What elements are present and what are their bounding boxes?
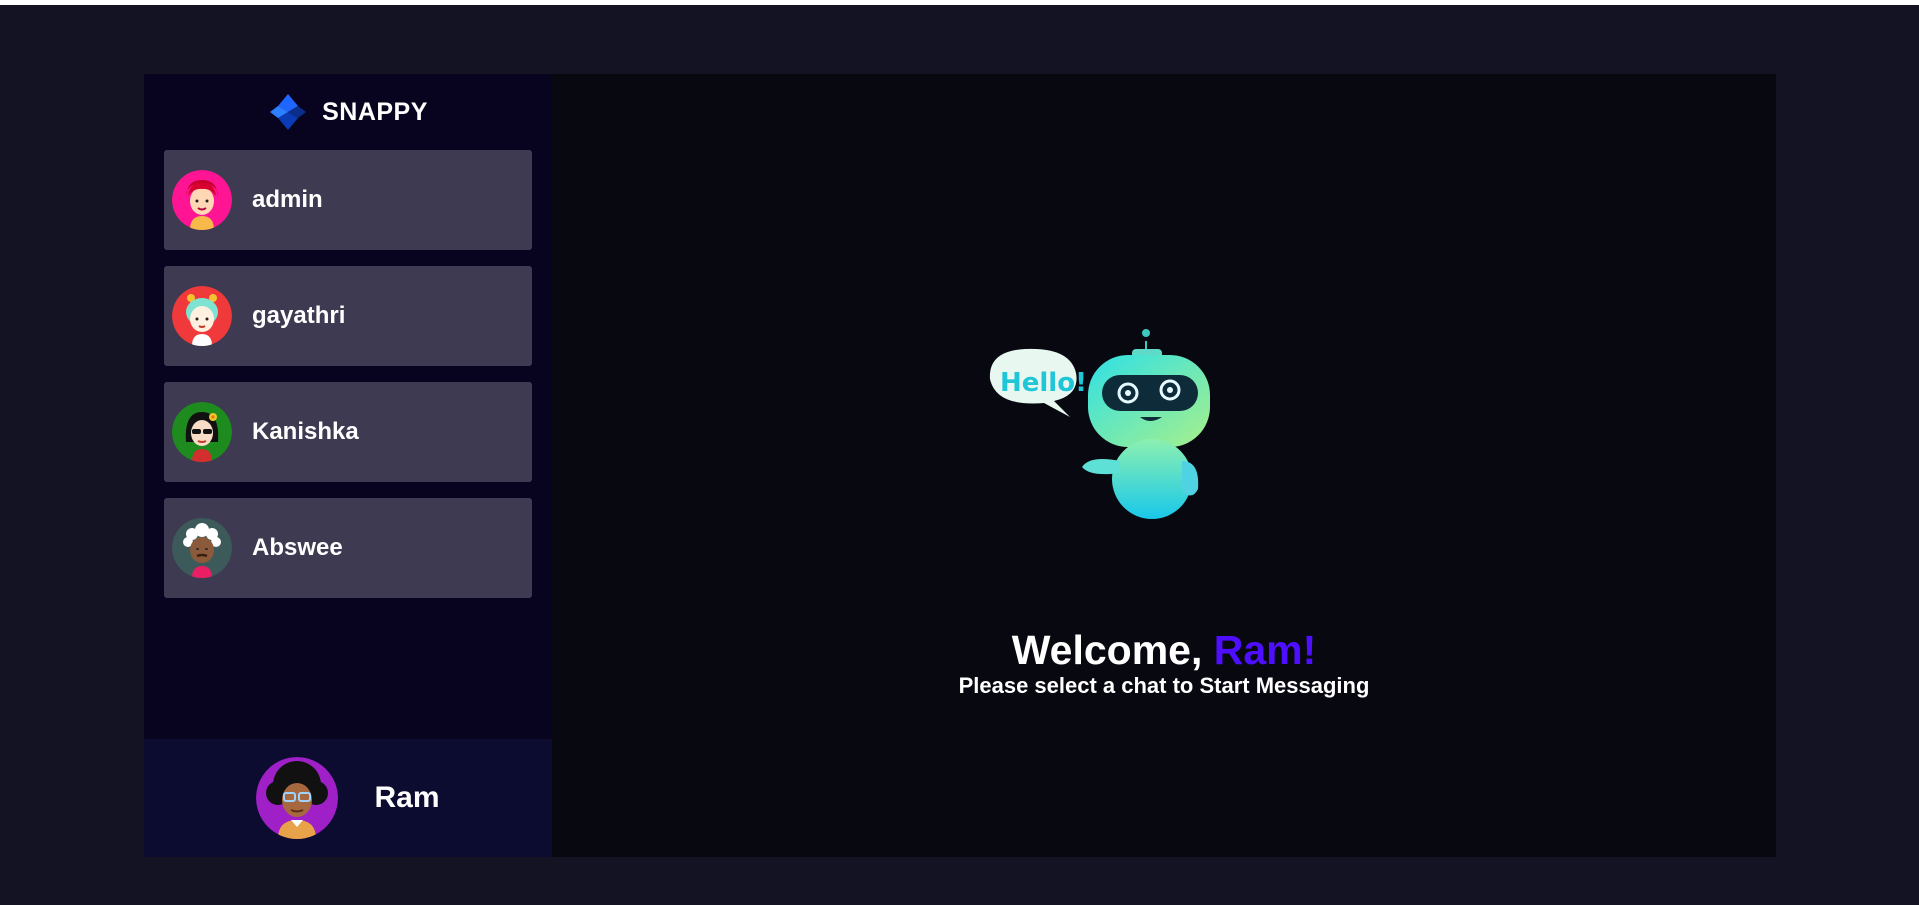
avatar (172, 286, 232, 346)
welcome-greeting: Welcome, (1011, 627, 1214, 673)
current-user-name: Ram (374, 781, 440, 814)
snappy-logo-icon (270, 94, 307, 130)
contacts-sidebar: SNAPPY admin gayathri Kanishka Abswee Ra… (144, 74, 552, 857)
contact-item-gayathri[interactable]: gayathri (164, 266, 532, 366)
avatar (172, 170, 232, 230)
contact-item-kanishka[interactable]: Kanishka (164, 382, 532, 482)
avatar (256, 757, 339, 839)
welcome-panel: Hello! Welcome, Ram! Please select a cha… (552, 74, 1776, 857)
welcome-subtitle: Please select a chat to Start Messaging (958, 673, 1370, 698)
avatar (172, 518, 232, 578)
contact-name: admin (252, 186, 323, 213)
contact-item-abswee[interactable]: Abswee (164, 498, 532, 598)
contact-item-admin[interactable]: admin (164, 150, 532, 250)
welcome-username: Ram! (1213, 627, 1317, 673)
current-user-panel: Ram (144, 739, 552, 857)
contact-list: admin gayathri Kanishka Abswee (144, 150, 552, 598)
chat-app-container: SNAPPY admin gayathri Kanishka Abswee Ra… (144, 74, 1776, 857)
robot-hello-illustration: Hello! (989, 329, 1210, 519)
contact-name: gayathri (252, 302, 346, 329)
brand-header: SNAPPY (144, 74, 552, 150)
bubble-text: Hello! (1000, 368, 1087, 398)
brand-name: SNAPPY (322, 97, 428, 126)
contact-name: Abswee (252, 534, 343, 561)
contact-name: Kanishka (252, 418, 359, 445)
avatar (172, 402, 232, 462)
welcome-heading: Welcome, Ram! (552, 627, 1776, 673)
page-background: SNAPPY admin gayathri Kanishka Abswee Ra… (0, 5, 1919, 905)
